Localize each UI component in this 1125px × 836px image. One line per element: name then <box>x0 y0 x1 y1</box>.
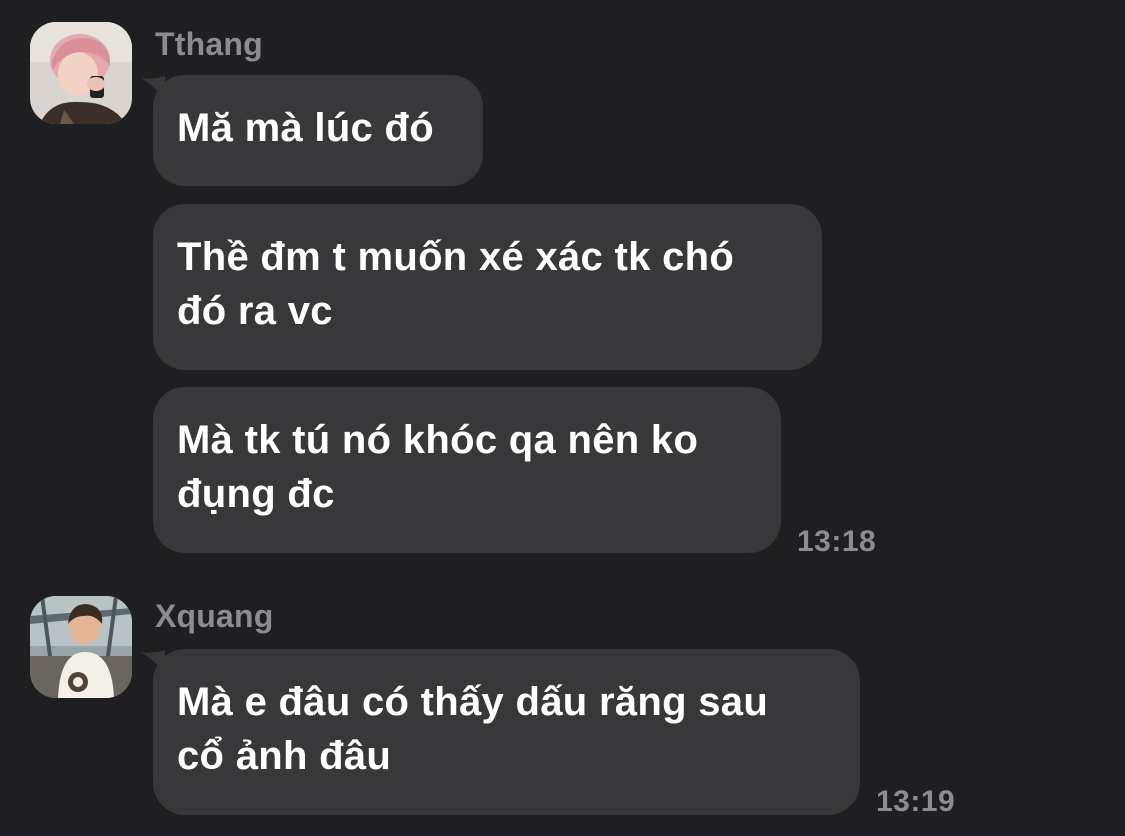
message-bubble[interactable]: Thề đm t muốn xé xác tk chó đó ra vc <box>153 204 822 370</box>
sender-name: Xquang <box>155 598 274 634</box>
sender-name: Tthang <box>155 26 263 62</box>
avatar-tthang-image <box>30 22 132 124</box>
avatar-tthang[interactable] <box>30 22 132 124</box>
message-timestamp: 13:19 <box>876 785 956 818</box>
message-text: cổ ảnh đâu <box>177 734 392 778</box>
avatar-xquang-image <box>30 596 132 698</box>
message-text: Thề đm t muốn xé xác tk chó <box>177 235 735 279</box>
message-text: Mà e đâu có thấy dấu răng sau <box>177 680 769 724</box>
message-text: đó ra vc <box>177 289 333 333</box>
message-text: Mà tk tú nó khóc qa nên ko <box>177 418 699 462</box>
message-timestamp: 13:18 <box>797 525 877 558</box>
message-bubble[interactable]: Mà e đâu có thấy dấu răng sau cổ ảnh đâu <box>153 649 860 815</box>
message-bubble[interactable]: Mă mà lúc đó <box>153 75 483 186</box>
message-bubble[interactable]: Mà tk tú nó khóc qa nên ko đụng đc <box>153 387 781 553</box>
message-text: Mă mà lúc đó <box>177 106 434 150</box>
avatar-xquang[interactable] <box>30 596 132 698</box>
message-text: đụng đc <box>177 472 335 516</box>
